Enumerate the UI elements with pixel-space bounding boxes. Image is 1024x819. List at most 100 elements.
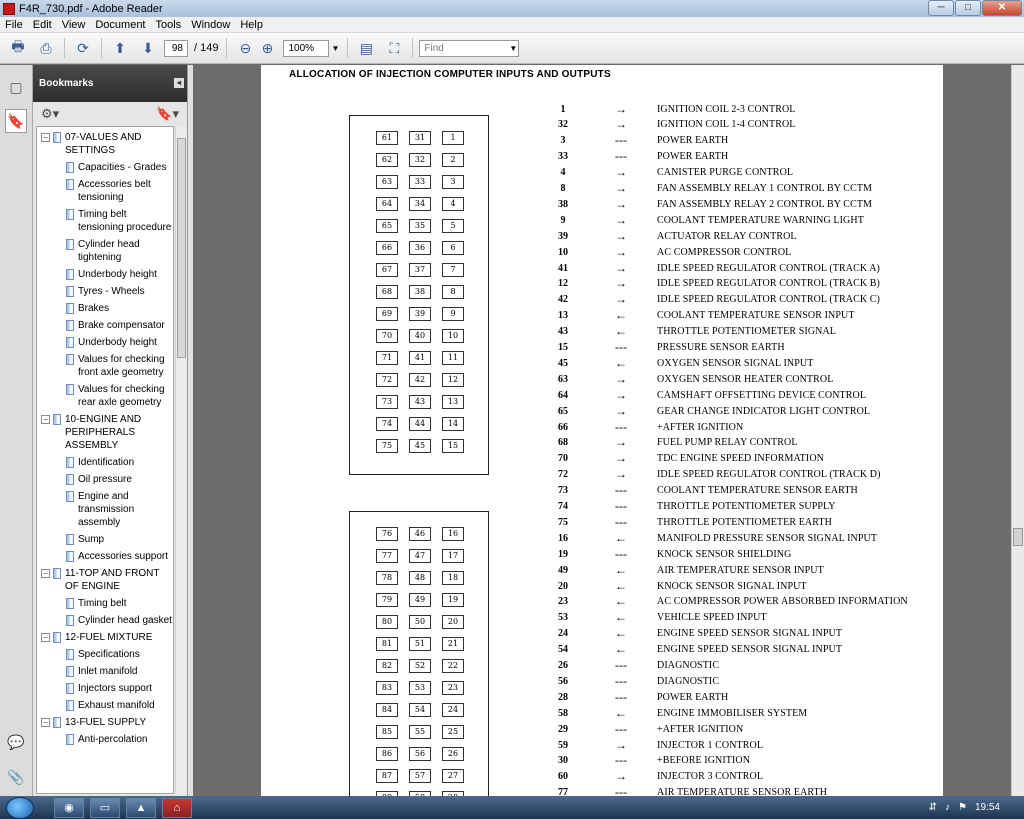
fit-width-icon[interactable]: ▤ <box>356 38 376 58</box>
taskbar-explorer-icon[interactable]: ▭ <box>90 797 120 818</box>
print-icon[interactable]: 🖶 <box>8 38 28 58</box>
bookmark-item[interactable]: Brakes <box>37 302 173 315</box>
bookmark-section[interactable]: − 12-FUEL MIXTURE <box>37 631 173 644</box>
signal-description: THROTTLE POTENTIOMETER EARTH <box>657 516 832 528</box>
document-scrollbar[interactable] <box>1011 65 1024 796</box>
table-row: 75 --- THROTTLE POTENTIOMETER EARTH <box>541 514 832 530</box>
bookmark-item[interactable]: Brake compensator <box>37 319 173 332</box>
attachments-icon[interactable]: 📎 <box>5 765 27 789</box>
bookmark-item[interactable]: Underbody height <box>37 268 173 281</box>
share-icon[interactable]: ⟳ <box>73 38 93 58</box>
previous-page-icon[interactable]: ⬆ <box>110 38 130 58</box>
menu-help[interactable]: Help <box>235 19 268 31</box>
bookmark-item[interactable]: Capacities - Grades <box>37 161 173 174</box>
bookmark-page-icon <box>66 209 74 220</box>
connector-pin: 70 <box>376 329 398 343</box>
pages-icon[interactable]: ▢ <box>5 75 27 99</box>
bookmark-item[interactable]: Identification <box>37 456 173 469</box>
maximize-button[interactable]: □ <box>955 0 981 16</box>
bookmark-item[interactable]: Cylinder head gasket <box>37 614 173 627</box>
collapse-toggle-icon[interactable]: − <box>41 415 50 424</box>
close-button[interactable]: ✕ <box>982 0 1022 16</box>
direction-indicator: --- <box>615 658 627 672</box>
pin-number: 73 <box>558 485 568 497</box>
start-button[interactable] <box>6 796 34 819</box>
bookmark-item[interactable]: Cylinder head tightening <box>37 238 173 264</box>
fit-page-icon[interactable]: ⛶ <box>384 38 404 58</box>
bookmark-item[interactable]: Anti-percolation <box>37 733 173 746</box>
new-bookmark-icon[interactable]: 🔖▾ <box>156 106 179 122</box>
menu-tools[interactable]: Tools <box>151 19 187 31</box>
bookmark-section[interactable]: − 11-TOP AND FRONT OF ENGINE <box>37 567 173 593</box>
signal-description: COOLANT TEMPERATURE SENSOR INPUT <box>657 310 855 322</box>
bookmark-item[interactable]: Values for checking front axle geometry <box>37 353 173 379</box>
bookmark-item[interactable]: Underbody height <box>37 336 173 349</box>
menu-document[interactable]: Document <box>90 19 150 31</box>
minimize-button[interactable]: ─ <box>928 0 954 16</box>
menu-window[interactable]: Window <box>186 19 235 31</box>
pin-number: 60 <box>558 771 568 783</box>
bookmark-item[interactable]: Sump <box>37 533 173 546</box>
taskbar-photo-icon[interactable]: ▲ <box>126 797 156 818</box>
pin-number: 53 <box>558 612 568 624</box>
bookmark-item[interactable]: Values for checking rear axle geometry <box>37 383 173 409</box>
bookmarks-scrollbar[interactable] <box>175 126 186 794</box>
zoom-in-icon[interactable]: ⊕ <box>257 38 277 58</box>
bookmark-item[interactable]: Injectors support <box>37 682 173 695</box>
connector-pin: 73 <box>376 395 398 409</box>
next-page-icon[interactable]: ⬇ <box>138 38 158 58</box>
connector-pin: 7 <box>442 263 464 277</box>
signal-description: INJECTOR 1 CONTROL <box>657 739 764 751</box>
bookmark-item[interactable]: Engine and transmission assembly <box>37 490 173 529</box>
bookmark-item[interactable]: Specifications <box>37 648 173 661</box>
flag-icon[interactable]: ⚑ <box>958 802 967 813</box>
collapse-panel-icon[interactable]: ◂ <box>174 78 184 88</box>
scrollbar-thumb[interactable] <box>1013 528 1023 546</box>
bookmark-page-icon <box>53 568 61 579</box>
connector-pin: 71 <box>376 351 398 365</box>
bookmark-item[interactable]: Accessories support <box>37 550 173 563</box>
bookmark-item[interactable]: Timing belt tensioning procedure <box>37 208 173 234</box>
taskbar-chrome-icon[interactable]: ◉ <box>54 797 84 818</box>
zoom-dropdown-icon[interactable]: ▼ <box>331 44 339 53</box>
bookmark-item[interactable]: Oil pressure <box>37 473 173 486</box>
clock[interactable]: 19:54 <box>975 802 1000 813</box>
direction-indicator: ← <box>615 610 627 625</box>
menu-edit[interactable]: Edit <box>28 19 57 31</box>
connector-pin: 19 <box>442 593 464 607</box>
comments-icon[interactable]: 💬 <box>5 730 27 754</box>
bookmark-item[interactable]: Tyres - Wheels <box>37 285 173 298</box>
network-icon[interactable]: ⇵ <box>929 802 937 813</box>
collapse-toggle-icon[interactable]: − <box>41 633 50 642</box>
signal-description: GEAR CHANGE INDICATOR LIGHT CONTROL <box>657 405 871 417</box>
bookmark-section[interactable]: − 07-VALUES AND SETTINGS <box>37 131 173 157</box>
pin-number: 65 <box>558 405 568 417</box>
bookmark-section[interactable]: − 13-FUEL SUPPLY <box>37 716 173 729</box>
signal-description: FAN ASSEMBLY RELAY 1 CONTROL BY CCTM <box>657 183 873 194</box>
table-row: 42 → IDLE SPEED REGULATOR CONTROL (TRACK C… <box>541 292 880 308</box>
find-input[interactable]: Find <box>419 39 520 57</box>
page-number-input[interactable]: 98 <box>164 39 188 57</box>
bookmark-item[interactable]: Inlet manifold <box>37 665 173 678</box>
bookmark-label: Anti-percolation <box>78 734 148 745</box>
signal-description: TDC ENGINE SPEED INFORMATION <box>657 453 824 465</box>
taskbar-adobe-reader-icon[interactable]: ⌂ <box>162 797 192 818</box>
bookmark-item[interactable]: Exhaust manifold <box>37 699 173 712</box>
menu-file[interactable]: File <box>0 19 28 31</box>
zoom-out-icon[interactable]: ⊖ <box>235 38 255 58</box>
bookmarks-icon[interactable]: 🔖 <box>5 109 27 133</box>
bookmark-item[interactable]: Accessories belt tensioning <box>37 178 173 204</box>
collapse-toggle-icon[interactable]: − <box>41 718 50 727</box>
bookmark-section[interactable]: − 10-ENGINE AND PERIPHERALS ASSEMBLY <box>37 413 173 452</box>
create-pdf-icon[interactable]: ⎙ <box>36 38 56 58</box>
zoom-select[interactable]: 100% <box>283 39 330 57</box>
collapse-toggle-icon[interactable]: − <box>41 133 50 142</box>
signal-description: KNOCK SENSOR SHIELDING <box>657 548 792 560</box>
bookmark-item[interactable]: Timing belt <box>37 597 173 610</box>
options-gear-icon[interactable]: ⚙▾ <box>41 106 59 122</box>
volume-icon[interactable]: ♪ <box>945 802 950 813</box>
collapse-toggle-icon[interactable]: − <box>41 569 50 578</box>
find-dropdown-icon[interactable]: ▼ <box>509 44 517 53</box>
menu-view[interactable]: View <box>57 19 91 31</box>
scrollbar-thumb[interactable] <box>177 138 186 358</box>
